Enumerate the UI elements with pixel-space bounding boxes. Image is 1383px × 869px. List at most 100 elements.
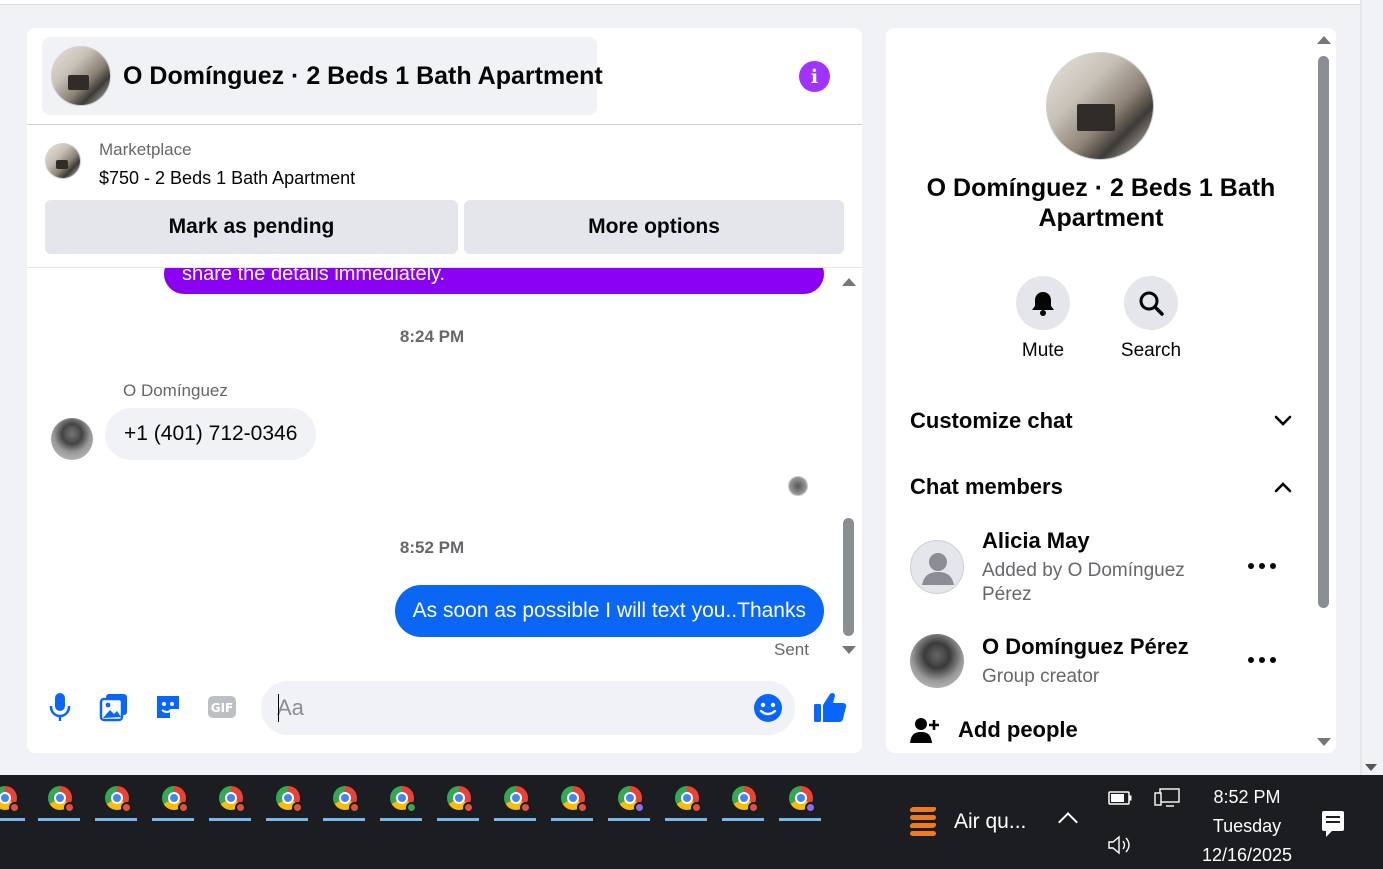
taskbar-chrome-window[interactable] (548, 775, 598, 821)
chrome-icon (105, 786, 132, 813)
customize-chat-label: Customize chat (910, 408, 1073, 433)
sender-name: O Domínguez (123, 381, 228, 400)
chrome-icon (162, 786, 189, 813)
system-clock[interactable]: 8:52 PM Tuesday 12/16/2025 (1192, 783, 1302, 869)
chrome-icon (504, 786, 531, 813)
marketplace-banner: Marketplace $750 - 2 Beds 1 Bath Apartme… (27, 126, 862, 268)
scroll-down-arrow[interactable] (1317, 738, 1331, 746)
taskbar-chrome-window[interactable] (206, 775, 256, 821)
add-person-icon (910, 718, 939, 743)
tray-chevron-up-icon[interactable] (1058, 812, 1078, 832)
chat-title: O Domínguez · 2 Beds 1 Bath Apartment (123, 61, 603, 90)
taskbar-chrome-window[interactable] (377, 775, 427, 821)
microphone-icon[interactable] (45, 692, 75, 722)
taskbar-chrome-window[interactable] (320, 775, 370, 821)
volume-icon[interactable] (1107, 835, 1133, 860)
add-people-button[interactable]: Add people (910, 716, 1078, 744)
message-list[interactable]: share the details immediately. 8:24 PM O… (27, 268, 862, 663)
add-people-label: Add people (958, 717, 1078, 742)
chat-members-label: Chat members (910, 474, 1063, 499)
clock-date: 12/16/2025 (1201, 845, 1293, 865)
chevron-down-icon (1274, 415, 1292, 426)
more-dots-icon[interactable] (1248, 657, 1276, 665)
outgoing-message-partial: share the details immediately. (164, 268, 824, 294)
chrome-icon (219, 786, 246, 813)
scroll-thumb[interactable] (843, 518, 854, 636)
taskbar-chrome-window[interactable] (92, 775, 142, 821)
scroll-up-arrow[interactable] (1317, 36, 1331, 44)
taskbar-chrome-window[interactable] (662, 775, 712, 821)
taskbar-chrome-window[interactable] (263, 775, 313, 821)
sticker-icon[interactable] (153, 692, 183, 722)
chrome-icon (276, 786, 303, 813)
member-subtitle: Group creator (982, 666, 1100, 687)
scroll-up-arrow[interactable] (842, 278, 856, 286)
battery-icon[interactable] (1108, 791, 1132, 810)
bell-icon[interactable] (1016, 276, 1070, 330)
incoming-message[interactable]: +1 (401) 712-0346 (105, 408, 317, 460)
listing-title[interactable]: $750 - 2 Beds 1 Bath Apartment (99, 168, 355, 189)
sender-avatar[interactable] (51, 418, 93, 460)
chrome-icon (390, 786, 417, 813)
chrome-icon (675, 786, 702, 813)
taskbar-chrome-window[interactable] (719, 775, 769, 821)
chat-avatar (51, 46, 111, 106)
message-input-wrapper[interactable] (261, 681, 795, 735)
message-input[interactable] (277, 681, 737, 735)
search-button[interactable]: Search (1106, 276, 1196, 362)
chat-title-button[interactable]: O Domínguez · 2 Beds 1 Bath Apartment (42, 37, 603, 115)
taskbar-chrome-window[interactable] (35, 775, 85, 821)
svg-text:GIF: GIF (211, 701, 234, 715)
scroll-thumb[interactable] (1318, 56, 1329, 608)
taskbar-chrome-window[interactable] (491, 775, 541, 821)
listing-thumbnail[interactable] (45, 143, 81, 179)
member-avatar (910, 634, 964, 688)
emoji-icon[interactable] (753, 693, 783, 723)
info-icon[interactable]: i (799, 61, 830, 92)
clock-day: Tuesday (1212, 816, 1282, 836)
taskbar-chrome-window[interactable] (0, 775, 30, 821)
chrome-icon (333, 786, 360, 813)
more-options-button[interactable]: More options (464, 200, 844, 254)
chrome-icon (48, 786, 75, 813)
page-scrollbar[interactable] (1360, 0, 1383, 775)
details-scrollbar[interactable] (1316, 28, 1332, 753)
taskbar-chrome-window[interactable] (434, 775, 484, 821)
more-dots-icon[interactable] (1248, 563, 1276, 571)
chrome-icon (789, 786, 816, 813)
page-scroll-down-arrow[interactable] (1365, 764, 1377, 771)
customize-chat-section[interactable]: Customize chat (910, 401, 1292, 441)
default-avatar-icon (910, 540, 964, 594)
chrome-icon (732, 786, 759, 813)
mark-as-pending-button[interactable]: Mark as pending (45, 200, 458, 254)
notification-icon[interactable] (1322, 811, 1344, 837)
message-scrollbar[interactable] (842, 268, 856, 663)
outgoing-message[interactable]: As soon as possible I will text you..Tha… (394, 585, 824, 637)
scroll-down-arrow[interactable] (842, 646, 856, 654)
taskbar-chrome-window[interactable] (605, 775, 655, 821)
search-icon[interactable] (1124, 276, 1178, 330)
chrome-icon (561, 786, 588, 813)
chat-members-section[interactable]: Chat members (910, 467, 1292, 507)
taskbar-chrome-window[interactable] (149, 775, 199, 821)
group-avatar[interactable] (1046, 52, 1154, 160)
image-icon[interactable] (99, 692, 129, 722)
search-label: Search (1120, 340, 1182, 361)
mute-button[interactable]: Mute (998, 276, 1088, 362)
windows-taskbar: Air qu... 8:52 PM Tuesday 12/16/2025 (0, 775, 1383, 869)
marketplace-label: Marketplace (99, 140, 192, 159)
message-composer: GIF (27, 678, 862, 738)
member-name: O Domínguez Pérez (982, 634, 1189, 659)
weather-widget[interactable]: Air qu... (908, 805, 1026, 839)
chrome-icon (0, 786, 20, 813)
text-caret (278, 694, 279, 722)
network-icon[interactable] (1154, 788, 1180, 813)
group-title: O Domínguez · 2 Beds 1 Bath Apartment (926, 174, 1276, 232)
chat-panel: O Domínguez · 2 Beds 1 Bath Apartment i … (27, 28, 862, 753)
gif-icon[interactable]: GIF (207, 692, 237, 722)
clock-time: 8:52 PM (1213, 787, 1281, 807)
thumbs-up-icon[interactable] (813, 690, 847, 724)
member-subtitle: Added by O Domínguez Pérez (982, 560, 1185, 605)
taskbar-chrome-window[interactable] (776, 775, 826, 821)
weather-icon (908, 805, 938, 839)
